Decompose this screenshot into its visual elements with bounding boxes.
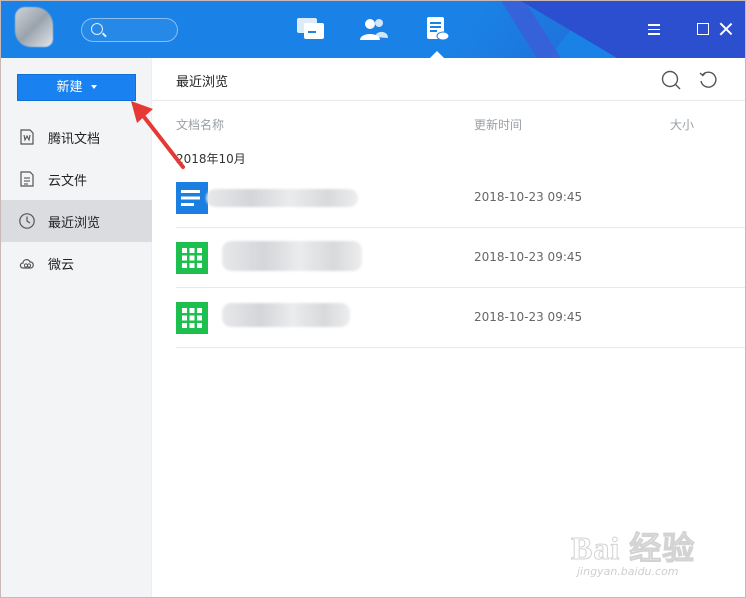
doc-icon — [20, 129, 34, 145]
messages-icon[interactable] — [295, 15, 327, 43]
annotation-arrow — [131, 101, 185, 169]
close-icon[interactable] — [719, 22, 733, 36]
refresh-icon — [699, 71, 717, 88]
sidebar-item-label: 最近浏览 — [48, 216, 101, 231]
sheet-file-icon — [176, 302, 208, 334]
clock-icon — [19, 213, 35, 229]
main-header: 最近浏览 — [152, 58, 745, 101]
cloud-icon — [19, 259, 34, 269]
refresh-button[interactable] — [697, 69, 719, 91]
menu-icon[interactable] — [647, 22, 661, 36]
search-button[interactable] — [660, 69, 682, 91]
sidebar-item-label: 腾讯文档 — [48, 132, 101, 147]
table-row[interactable]: 2018-10-23 09:45 — [176, 168, 745, 228]
table-row[interactable]: 2018-10-23 09:45 — [176, 288, 745, 348]
sheet-file-icon — [176, 242, 208, 274]
page-title: 最近浏览 — [176, 75, 229, 90]
file-updated: 2018-10-23 09:45 — [474, 310, 583, 324]
column-header-size[interactable]: 大小 — [670, 116, 694, 133]
new-button-label: 新建 — [56, 80, 83, 95]
column-header-updated[interactable]: 更新时间 — [474, 116, 522, 133]
file-updated: 2018-10-23 09:45 — [474, 250, 583, 264]
search-icon — [661, 70, 681, 90]
sidebar-item-recent[interactable]: 最近浏览 — [1, 200, 152, 242]
contacts-icon[interactable] — [358, 15, 390, 43]
sidebar-item-label: 微云 — [48, 258, 75, 273]
search-icon — [91, 23, 103, 35]
sidebar-item-label: 云文件 — [48, 174, 88, 189]
file-icon — [20, 171, 34, 187]
documents-icon[interactable] — [421, 15, 453, 58]
main-panel: 最近浏览 文档名称 更新时间 大小 2018年10月 2018-10-23 09… — [152, 58, 745, 597]
sidebar-item-weiyun[interactable]: 微云 — [1, 242, 152, 284]
avatar[interactable] — [15, 7, 53, 47]
chevron-down-icon — [90, 84, 97, 89]
new-button[interactable]: 新建 — [17, 74, 136, 101]
doc-file-icon — [176, 182, 208, 214]
search-input[interactable] — [81, 18, 178, 42]
app-window: 新建 腾讯文档 云文件 最近浏览 微云 最近浏览 文档名称 更新时间 大小 20… — [0, 0, 746, 598]
file-updated: 2018-10-23 09:45 — [474, 190, 583, 204]
title-bar — [1, 1, 745, 58]
maximize-icon[interactable] — [697, 23, 709, 35]
table-row[interactable]: 2018-10-23 09:45 — [176, 228, 745, 288]
